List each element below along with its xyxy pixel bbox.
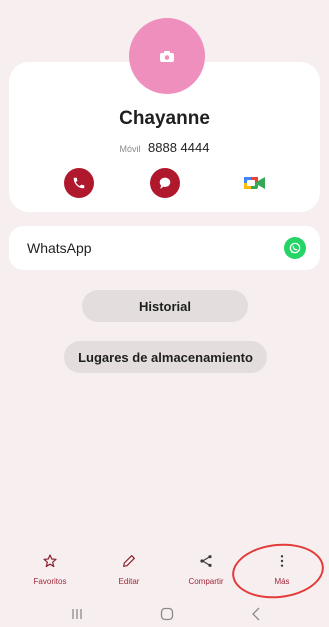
favorites-label: Favoritos [33, 577, 67, 586]
edit-label: Editar [118, 577, 140, 586]
share-button[interactable]: Compartir [171, 552, 241, 586]
history-button[interactable]: Historial [82, 290, 248, 322]
star-icon [42, 552, 58, 570]
home-icon[interactable] [152, 604, 182, 624]
video-call-icon [244, 177, 265, 189]
recent-apps-icon[interactable] [62, 604, 92, 624]
phone-type-label: Móvil [119, 144, 141, 154]
favorites-button[interactable]: Favoritos [15, 552, 85, 586]
back-icon[interactable] [241, 604, 271, 624]
share-icon [198, 552, 214, 570]
video-call-button[interactable] [240, 168, 270, 198]
call-button[interactable] [64, 168, 94, 198]
message-button[interactable] [150, 168, 180, 198]
contact-name: Chayanne [119, 108, 210, 129]
share-label: Compartir [188, 577, 224, 586]
storage-locations-button[interactable]: Lugares de almacenamiento [64, 341, 267, 373]
whatsapp-row[interactable]: WhatsApp [9, 226, 320, 270]
edit-button[interactable]: Editar [94, 552, 164, 586]
contact-detail-screen: Chayanne Móvil 8888 4444 WhatsApp Histor… [0, 0, 329, 627]
phone-icon [73, 177, 85, 189]
avatar[interactable] [129, 18, 205, 94]
system-navigation-bar [0, 600, 329, 627]
whatsapp-label: WhatsApp [27, 240, 92, 256]
camera-icon [160, 50, 174, 62]
phone-row[interactable]: Móvil 8888 4444 [0, 139, 329, 157]
whatsapp-icon[interactable] [284, 237, 306, 259]
phone-number: 8888 4444 [148, 140, 210, 155]
pencil-icon [121, 552, 137, 570]
message-icon [159, 177, 171, 189]
